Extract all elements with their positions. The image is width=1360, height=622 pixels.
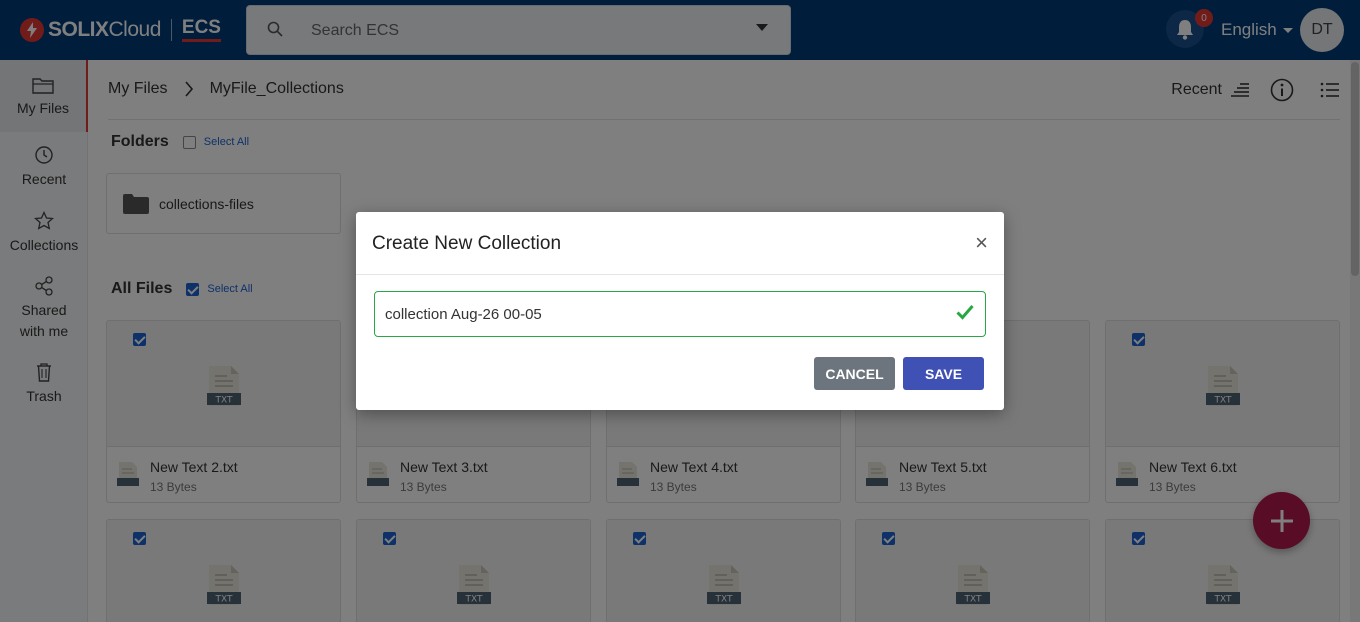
modal-header: Create New Collection × — [356, 212, 1004, 275]
save-button[interactable]: SAVE — [903, 357, 984, 390]
cancel-button[interactable]: CANCEL — [814, 357, 895, 390]
check-icon — [956, 305, 974, 320]
close-icon[interactable]: × — [975, 232, 988, 254]
create-collection-dialog: Create New Collection × CANCEL SAVE — [356, 212, 1004, 410]
collection-name-input[interactable] — [374, 291, 986, 337]
modal-title: Create New Collection — [372, 233, 562, 254]
